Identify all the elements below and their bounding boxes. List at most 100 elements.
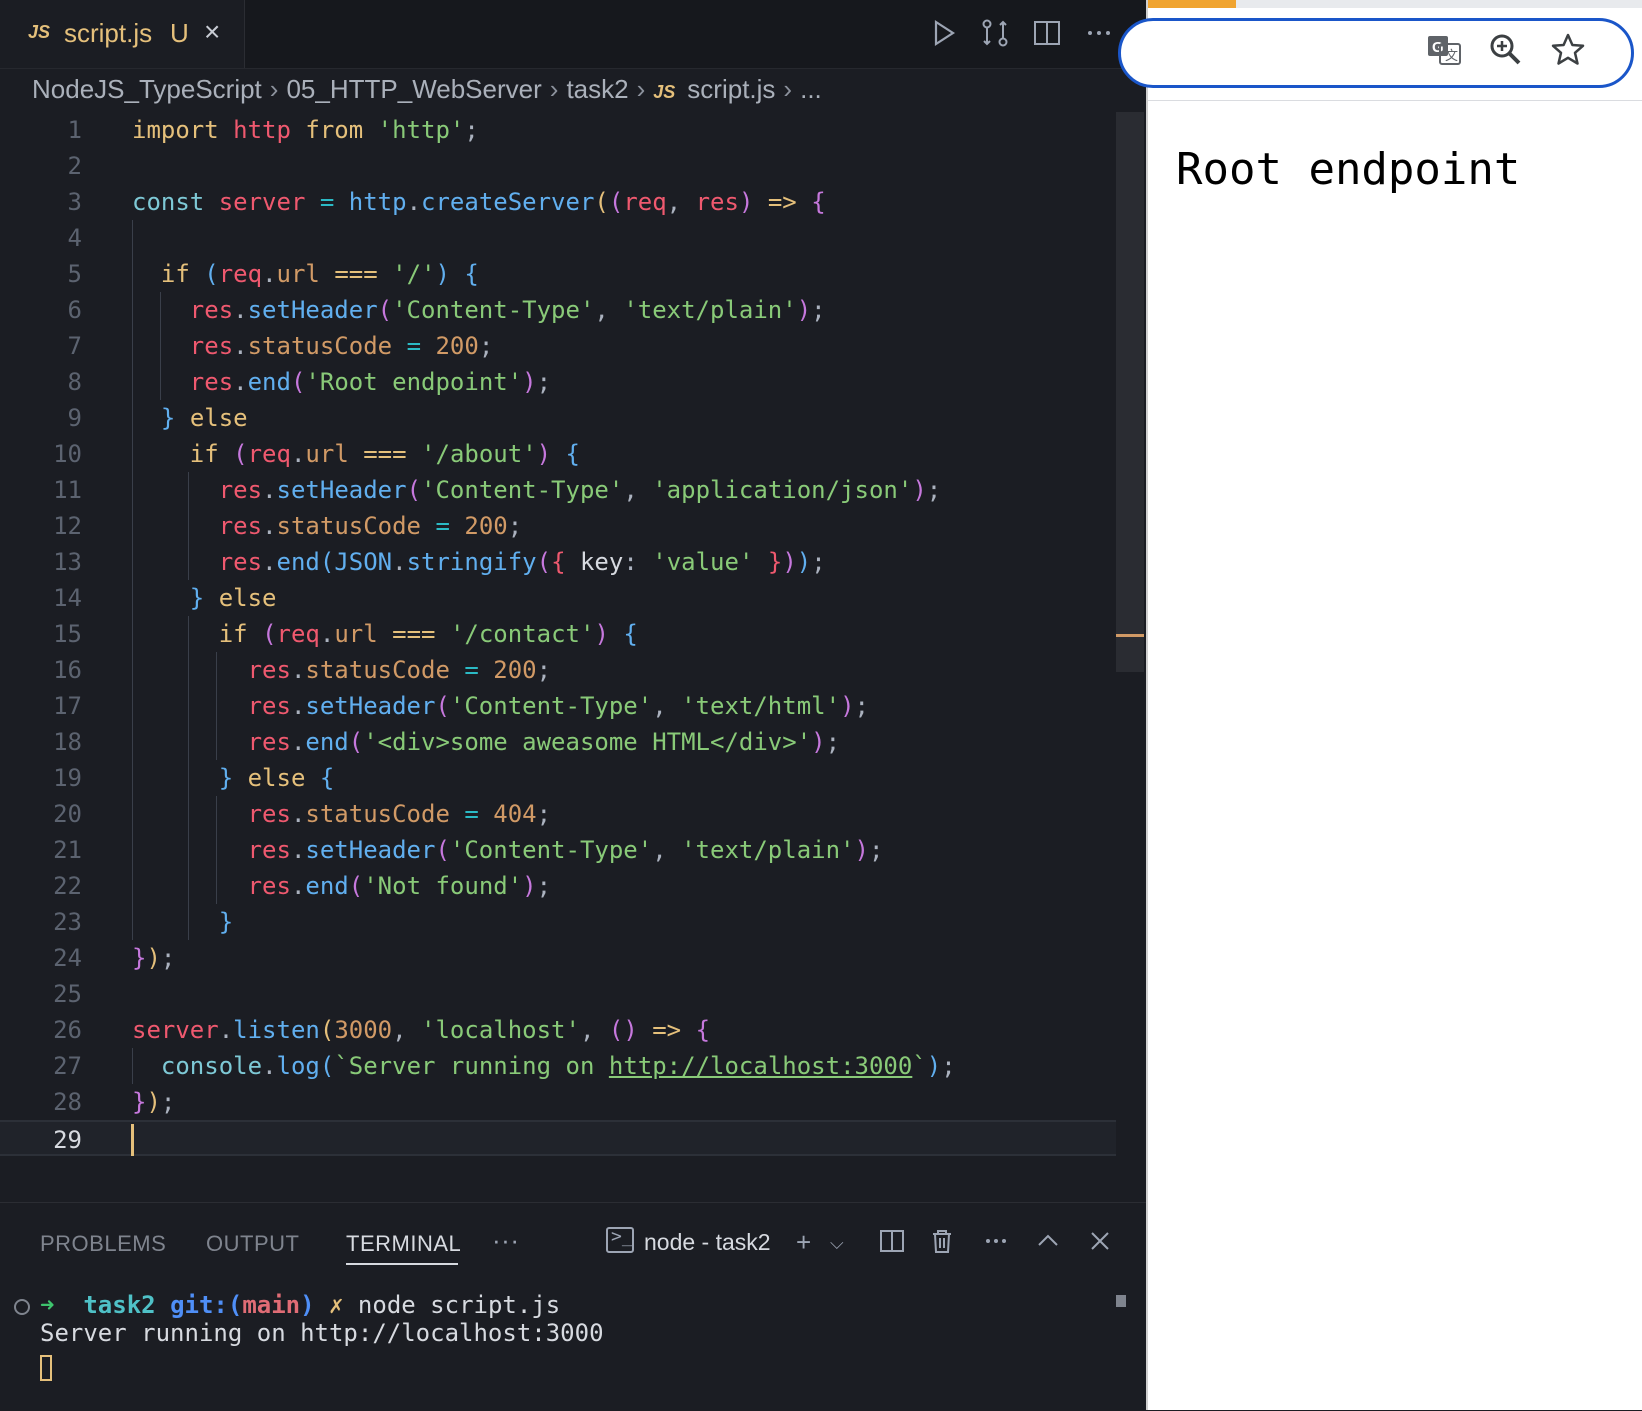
line-content: server.listen(3000, 'localhost', () => { [132, 1016, 711, 1044]
more-actions-icon[interactable] [982, 1227, 1010, 1262]
breadcrumb-item[interactable]: 05_HTTP_WebServer [286, 74, 541, 104]
line-number: 10 [53, 440, 82, 468]
code-line: 25 [0, 976, 1116, 1012]
line-number: 14 [53, 584, 82, 612]
tab-script-js[interactable]: JS script.js U × [0, 0, 245, 68]
js-file-icon: JS [653, 82, 676, 102]
line-content: } else [160, 404, 248, 432]
code-line: 4 [0, 220, 1116, 256]
svg-text:G: G [1432, 39, 1444, 56]
line-number: 28 [53, 1088, 82, 1116]
code-line: 22 res.end('Not found'); [0, 868, 1116, 904]
line-content: } else [189, 584, 277, 612]
tab-output[interactable]: OUTPUT [206, 1231, 299, 1257]
line-number: 23 [53, 908, 82, 936]
terminal-command: node script.js [357, 1291, 561, 1319]
line-number: 6 [67, 296, 82, 324]
dirty-indicator: ✗ [329, 1291, 344, 1319]
more-actions-icon[interactable] [1082, 16, 1116, 50]
line-number: 16 [53, 656, 82, 684]
line-content: if (req.url === '/contact') { [218, 620, 638, 648]
line-number: 25 [53, 980, 82, 1008]
terminal-scrollbar[interactable] [1116, 1295, 1126, 1307]
loading-progress-bar [1148, 0, 1236, 8]
line-content: } [218, 908, 234, 936]
code-line: 28}); [0, 1084, 1116, 1120]
code-area[interactable]: 1 import http from 'http'; 2 3 const serve… [0, 112, 1116, 1156]
code-line: 18 res.end('<div>some aweasome HTML</div… [0, 724, 1116, 760]
run-icon[interactable] [926, 16, 960, 50]
code-line: 1 import http from 'http'; [0, 112, 1116, 148]
tab-terminal[interactable]: TERMINAL [346, 1231, 461, 1257]
trash-icon[interactable] [928, 1227, 956, 1262]
maximize-panel-icon[interactable] [1034, 1227, 1062, 1262]
line-content: res.end('Not found'); [247, 872, 552, 900]
split-editor-icon[interactable] [1030, 16, 1064, 50]
breadcrumb-item[interactable]: script.js [687, 74, 775, 104]
line-number: 15 [53, 620, 82, 648]
breadcrumb-item[interactable]: NodeJS_TypeScript [32, 74, 262, 104]
line-content: res.setHeader('Content-Type', 'text/html… [247, 692, 869, 720]
terminal-cursor[interactable] [40, 1355, 52, 1381]
code-line: 3 const server = http.createServer((req, … [0, 184, 1116, 220]
line-number: 8 [67, 368, 82, 396]
line-number: 2 [67, 152, 82, 180]
active-tab-indicator [346, 1263, 458, 1265]
line-number: 3 [67, 188, 82, 216]
tab-problems[interactable]: PROBLEMS [40, 1231, 166, 1257]
browser-window: G文 Root endpoint [1118, 0, 1642, 1410]
line-number: 9 [67, 404, 82, 432]
line-content: if (req.url === '/') { [160, 260, 479, 288]
code-line: 13 res.end(JSON.stringify({ key: 'value'… [0, 544, 1116, 580]
line-content: res.end(JSON.stringify({ key: 'value' })… [218, 548, 826, 576]
code-editor[interactable]: JS script.js U × NodeJS_TypeScript › 05_HT… [0, 0, 1146, 1411]
line-number: 12 [53, 512, 82, 540]
chevron-right-icon: › [783, 74, 793, 104]
breadcrumb-item[interactable]: ... [800, 74, 822, 104]
prompt-arrow-icon: ➜ [40, 1291, 55, 1319]
line-content: const server = http.createServer((req, r… [132, 188, 826, 216]
split-terminal-icon[interactable] [878, 1227, 906, 1262]
line-number: 26 [53, 1016, 82, 1044]
compare-changes-icon[interactable] [978, 16, 1012, 50]
panel-more-tabs-icon[interactable]: ··· [492, 1225, 519, 1256]
text-cursor [131, 1124, 134, 1156]
editor-scrollbar[interactable] [1116, 112, 1144, 672]
breadcrumb-item[interactable]: task2 [566, 74, 628, 104]
code-line: 17 res.setHeader('Content-Type', 'text/h… [0, 688, 1116, 724]
prompt-git-close: ) [300, 1291, 315, 1319]
page-body-text: Root endpoint [1176, 144, 1521, 195]
bottom-panel: PROBLEMS OUTPUT TERMINAL ··· >_ node - t… [0, 1202, 1146, 1411]
code-line: 24}); [0, 940, 1116, 976]
zoom-icon[interactable] [1486, 30, 1526, 70]
code-line: 2 [0, 148, 1116, 184]
line-number: 4 [67, 224, 82, 252]
code-line: 8 res.end('Root endpoint'); [0, 364, 1116, 400]
line-number: 17 [53, 692, 82, 720]
line-number: 19 [53, 764, 82, 792]
translate-icon[interactable]: G文 [1424, 30, 1464, 70]
tab-label: script.js [64, 18, 153, 48]
bookmark-star-icon[interactable] [1548, 30, 1588, 70]
chevron-down-icon[interactable]: ⌵ [830, 1233, 844, 1254]
close-tab-icon[interactable]: × [204, 16, 220, 48]
line-number: 21 [53, 836, 82, 864]
line-number: 1 [67, 116, 82, 144]
line-content: res.setHeader('Content-Type', 'text/plai… [247, 836, 884, 864]
line-content: res.end('<div>some aweasome HTML</div>')… [247, 728, 841, 756]
code-line: 14 } else [0, 580, 1116, 616]
js-file-icon: JS [28, 22, 51, 42]
line-content: if (req.url === '/about') { [189, 440, 580, 468]
line-number: 13 [53, 548, 82, 576]
terminal-selector[interactable]: node - task2 [644, 1229, 771, 1256]
terminal-prompt-line: ➜ task2 git:(main) ✗ node script.js [40, 1291, 560, 1319]
close-panel-icon[interactable] [1086, 1227, 1114, 1262]
code-line: 10 if (req.url === '/about') { [0, 436, 1116, 472]
line-number: 24 [53, 944, 82, 972]
code-line: 9 } else [0, 400, 1116, 436]
line-content: res.end('Root endpoint'); [189, 368, 552, 396]
code-line-current: 29 [0, 1120, 1116, 1156]
line-content: }); [132, 944, 176, 972]
new-terminal-icon[interactable]: + [796, 1227, 811, 1258]
line-content: } else { [218, 764, 335, 792]
